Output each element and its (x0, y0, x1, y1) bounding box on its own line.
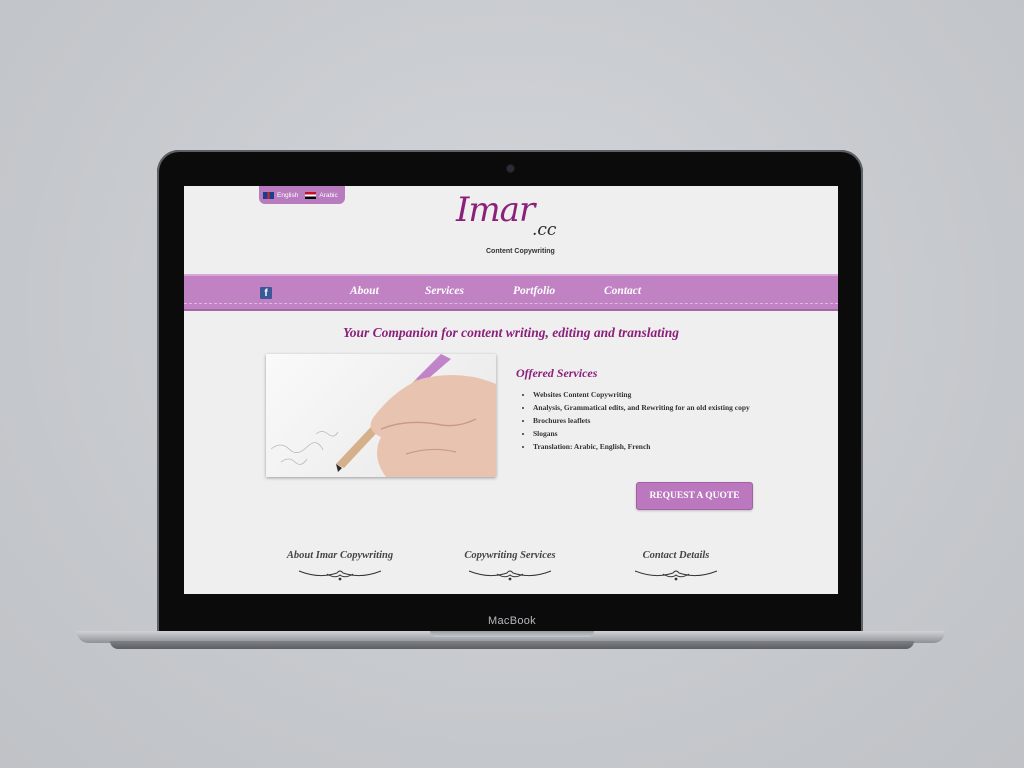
facebook-icon[interactable]: f (260, 287, 272, 299)
nav-portfolio[interactable]: Portfolio (513, 285, 555, 297)
footer-title-services[interactable]: Copywriting Services (435, 550, 585, 561)
hand-writing-illustration (270, 354, 496, 477)
page-headline: Your Companion for content writing, edit… (342, 325, 680, 340)
webcam-icon (507, 165, 514, 172)
footer-title-about[interactable]: About Imar Copywriting (265, 550, 415, 561)
offered-services-title: Offered Services (516, 366, 598, 380)
nav-services[interactable]: Services (425, 285, 464, 297)
service-item: Websites Content Copywriting (533, 388, 763, 401)
ornament-divider-icon (468, 570, 552, 581)
egypt-flag-icon[interactable] (305, 191, 317, 199)
device-label: MacBook (488, 615, 536, 627)
laptop-base-shadow (110, 641, 914, 649)
nav-about[interactable]: About (350, 285, 379, 297)
service-item: Slogans (533, 427, 763, 440)
service-item: Analysis, Grammatical edits, and Rewriti… (533, 401, 763, 414)
service-item: Brochures leaflets (533, 414, 763, 427)
footer-column-contact: Contact Details (601, 550, 751, 583)
request-quote-button[interactable]: REQUEST A QUOTE (636, 482, 753, 510)
site-logo[interactable]: Imar .cc Content Copywriting (456, 190, 568, 260)
language-switcher: English Arabic (259, 186, 345, 204)
logo-main-text: Imar (456, 190, 535, 230)
footer-column-services: Copywriting Services (435, 550, 585, 583)
language-arabic-link[interactable]: Arabic (319, 192, 337, 199)
uk-flag-icon[interactable] (263, 191, 274, 199)
hand-writing-photo (266, 354, 496, 477)
main-navigation: f About Services Portfolio Contact (184, 274, 838, 311)
nav-contact[interactable]: Contact (604, 285, 641, 297)
logo-tld-text: .cc (532, 220, 557, 240)
ornament-divider-icon (634, 570, 718, 581)
footer-title-contact[interactable]: Contact Details (601, 550, 751, 561)
logo-tagline: Content Copywriting (486, 248, 555, 255)
footer-column-about: About Imar Copywriting (265, 550, 415, 583)
service-item: Translation: Arabic, English, French (533, 440, 763, 453)
laptop-screen: English Arabic Imar .cc Content Copywrit… (184, 186, 838, 594)
ornament-divider-icon (298, 570, 382, 581)
language-english-link[interactable]: English (277, 192, 298, 199)
laptop-notch (430, 631, 594, 637)
nav-divider (184, 303, 838, 304)
offered-services-list: Websites Content Copywriting Analysis, G… (520, 388, 763, 453)
